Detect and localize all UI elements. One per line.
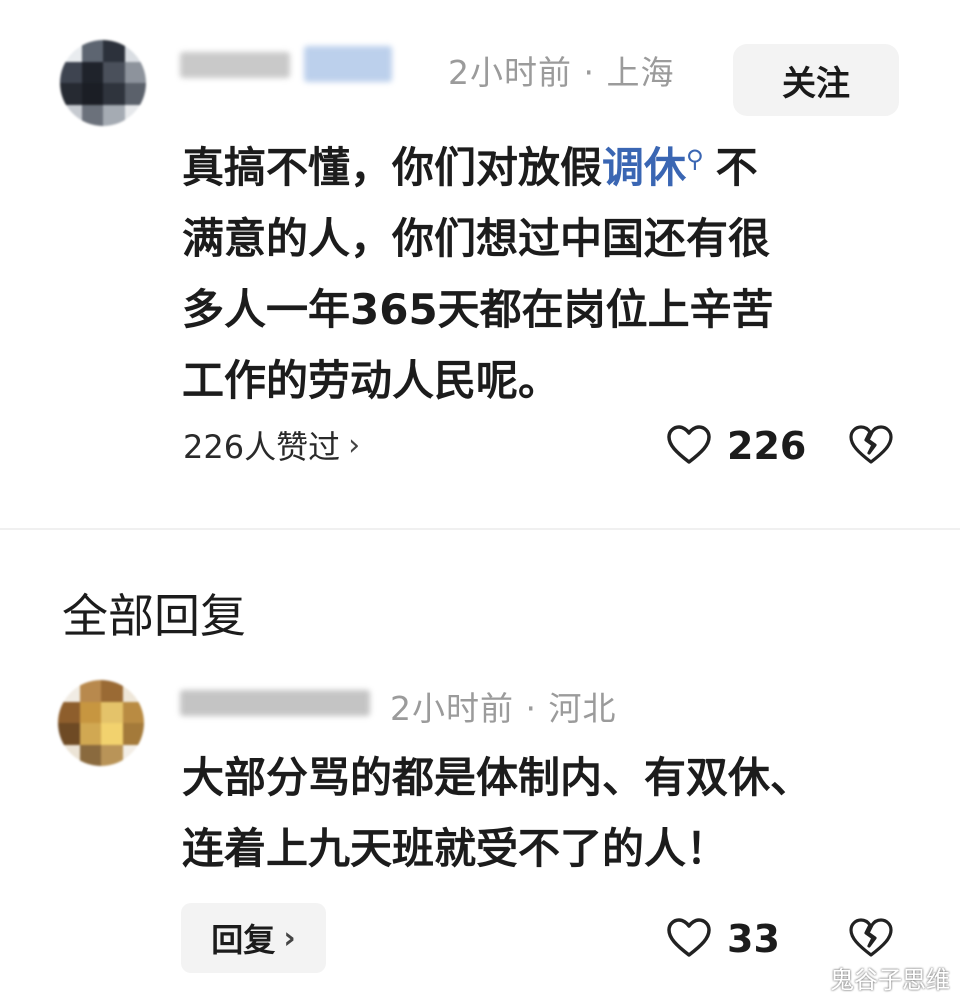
- comment-line: 工作的劳动人民呢。: [182, 356, 561, 405]
- like-count: 33: [727, 917, 780, 961]
- heart-outline-icon[interactable]: [666, 917, 712, 959]
- reply-meta: 2小时前 · 河北: [390, 682, 617, 730]
- replies-section-title: 全部回复: [62, 589, 246, 643]
- reply-time: 2小时前: [390, 689, 514, 728]
- search-icon[interactable]: ⚲: [686, 145, 704, 173]
- chevron-right-icon: ›: [348, 427, 361, 463]
- follow-button[interactable]: 关注: [733, 44, 899, 116]
- username-blurred[interactable]: [180, 690, 370, 716]
- reply-line: 大部分骂的都是体制内、有双休、: [182, 753, 813, 802]
- avatar[interactable]: [58, 680, 144, 766]
- meta-separator: ·: [583, 53, 595, 92]
- comment-location: 上海: [606, 53, 675, 92]
- broken-heart-icon[interactable]: [848, 424, 894, 466]
- comment-line: 多人一年365天都在岗位上辛苦: [182, 285, 774, 334]
- liked-by-label: 226人赞过: [183, 428, 341, 466]
- reply-body: 大部分骂的都是体制内、有双休、 连着上九天班就受不了的人！: [182, 742, 812, 884]
- liked-by-link[interactable]: 226人赞过 ›: [183, 422, 360, 468]
- user-badge-blurred: [304, 46, 392, 82]
- meta-separator: ·: [525, 689, 537, 728]
- reply-button-label: 回复: [211, 921, 276, 959]
- broken-heart-icon[interactable]: [848, 917, 894, 959]
- keyword-link[interactable]: 调休: [602, 143, 686, 192]
- comment-body: 真搞不懂，你们对放假调休⚲ 不 满意的人，你们想过中国还有很 多人一年365天都在…: [182, 124, 774, 416]
- watermark: 鬼谷子思维: [830, 966, 950, 994]
- heart-outline-icon[interactable]: [666, 424, 712, 466]
- reply-location: 河北: [548, 689, 617, 728]
- comment-line: 真搞不懂，你们对放假调休⚲ 不: [182, 143, 758, 192]
- like-count: 226: [727, 424, 807, 468]
- avatar[interactable]: [60, 40, 146, 126]
- reply-button[interactable]: 回复 ›: [181, 903, 326, 973]
- reply-line: 连着上九天班就受不了的人！: [182, 824, 729, 873]
- section-divider: [0, 528, 960, 530]
- comment-meta: 2小时前 · 上海: [448, 46, 675, 94]
- username-blurred[interactable]: [180, 52, 290, 78]
- chevron-right-icon: ›: [283, 920, 296, 956]
- comment-time: 2小时前: [448, 53, 572, 92]
- comment-line: 满意的人，你们想过中国还有很: [182, 214, 771, 263]
